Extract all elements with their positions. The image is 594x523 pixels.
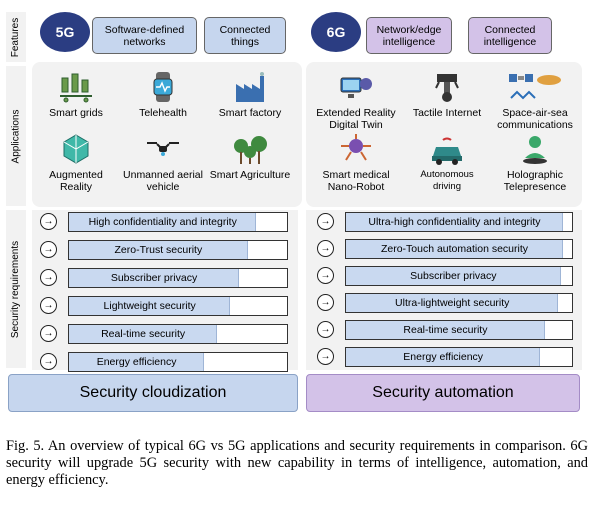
app-smart-grids: Smart grids [36, 70, 116, 119]
security-panel-5g [32, 210, 298, 370]
requirement-label: Zero-Touch automation security [380, 243, 529, 255]
app-autonomous-driving: Autonomous driving [414, 132, 480, 193]
vr-headset-icon [340, 77, 372, 98]
app-extended-reality: Extended Reality Digital Twin [309, 70, 403, 131]
requirement-level-track: Zero-Touch automation security [345, 239, 573, 259]
requirement-level-track: Real-time security [68, 324, 288, 344]
arrow-right-icon: → [40, 213, 57, 230]
arrow-right-icon: → [40, 297, 57, 314]
requirement-row: → High confidentiality and integrity [40, 212, 288, 232]
app-smart-factory: Smart factory [208, 70, 292, 119]
features-side-label: Features [6, 12, 26, 62]
requirement-level-track: High confidentiality and integrity [68, 212, 288, 232]
augmented-reality-icon [63, 134, 89, 164]
requirement-level-track: Energy efficiency [68, 352, 288, 372]
requirement-row: → Subscriber privacy [317, 266, 573, 286]
app-nano-robot: Smart medical Nano-Robot [309, 132, 403, 193]
requirement-label: Subscriber privacy [110, 272, 198, 284]
arrow-right-icon: → [40, 241, 57, 258]
requirement-label: High confidentiality and integrity [88, 216, 237, 228]
arrow-right-icon: → [317, 267, 334, 284]
requirement-row: → Real-time security [40, 324, 288, 344]
arrow-right-icon: → [40, 269, 57, 286]
requirement-label: Ultra-high confidentiality and integrity [368, 216, 541, 228]
requirement-label: Lightweight security [103, 300, 196, 312]
app-telehealth: Telehealth [123, 70, 203, 119]
requirement-row: → Ultra-lightweight security [317, 293, 573, 313]
requirement-level-track: Subscriber privacy [68, 268, 288, 288]
requirement-row: → Ultra-high confidentiality and integrit… [317, 212, 573, 232]
requirement-level-track: Ultra-high confidentiality and integrity [345, 212, 573, 232]
requirement-row: → Subscriber privacy [40, 268, 288, 288]
arrow-right-icon: → [317, 213, 334, 230]
agriculture-icon [234, 136, 267, 164]
nano-robot-icon [341, 134, 371, 161]
requirement-label: Real-time security [403, 324, 488, 336]
arrow-right-icon: → [40, 353, 57, 370]
hologram-icon [523, 136, 547, 164]
requirement-level-track: Subscriber privacy [345, 266, 573, 286]
security-panel-6g [306, 210, 582, 370]
figure-caption: Fig. 5. An overview of typical 6G vs 5G … [6, 438, 588, 488]
requirement-label: Real-time security [101, 328, 186, 340]
requirement-row: → Zero-Touch automation security [317, 239, 573, 259]
requirement-level-track: Zero-Trust security [68, 240, 288, 260]
requirement-row: → Energy efficiency [317, 347, 573, 367]
requirement-label: Zero-Trust security [114, 244, 203, 256]
feature-6g-edge-intelligence: Network/edge intelligence [366, 17, 452, 54]
badge-6g: 6G [311, 12, 361, 52]
smart-grids-icon [60, 73, 92, 103]
requirement-label: Energy efficiency [96, 356, 177, 368]
arrow-right-icon: → [40, 325, 57, 342]
app-tactile-internet: Tactile Internet [412, 70, 482, 119]
requirement-level-track: Lightweight security [68, 296, 288, 316]
arrow-right-icon: → [317, 321, 334, 338]
drone-icon [147, 142, 179, 156]
telehealth-icon [153, 72, 173, 102]
arrow-right-icon: → [317, 240, 334, 257]
autonomous-car-icon [432, 137, 462, 165]
app-space-air-sea: Space-air-sea communications [488, 70, 582, 131]
requirement-label: Subscriber privacy [410, 270, 497, 282]
badge-5g: 5G [40, 12, 90, 52]
robot-arm-icon [435, 74, 459, 102]
applications-side-label: Applications [6, 66, 26, 206]
factory-icon [236, 72, 264, 102]
feature-5g-sdn: Software-defined networks [92, 17, 197, 54]
app-smart-agriculture: Smart Agriculture [208, 132, 292, 181]
app-uav: Unmanned aerial vehicle [120, 132, 206, 193]
feature-5g-connected-things: Connected things [204, 17, 286, 54]
satellite-icon [509, 74, 561, 100]
arrow-right-icon: → [317, 294, 334, 311]
app-augmented-reality: Augmented Reality [36, 132, 116, 193]
requirement-level-track: Ultra-lightweight security [345, 293, 573, 313]
security-cloudization-bar: Security cloudization [8, 374, 298, 412]
arrow-right-icon: → [317, 348, 334, 365]
security-side-label: Security requirements [6, 210, 26, 368]
security-automation-bar: Security automation [306, 374, 580, 412]
requirement-row: → Lightweight security [40, 296, 288, 316]
requirement-level-track: Energy efficiency [345, 347, 573, 367]
requirement-label: Energy efficiency [403, 351, 484, 363]
requirement-level-track: Real-time security [345, 320, 573, 340]
requirement-row: → Zero-Trust security [40, 240, 288, 260]
requirement-row: → Real-time security [317, 320, 573, 340]
feature-6g-connected-intelligence: Connected intelligence [468, 17, 552, 54]
requirement-label: Ultra-lightweight security [395, 297, 510, 309]
app-holographic-telepresence: Holographic Telepresence [490, 132, 580, 193]
requirement-row: → Energy efficiency [40, 352, 288, 372]
